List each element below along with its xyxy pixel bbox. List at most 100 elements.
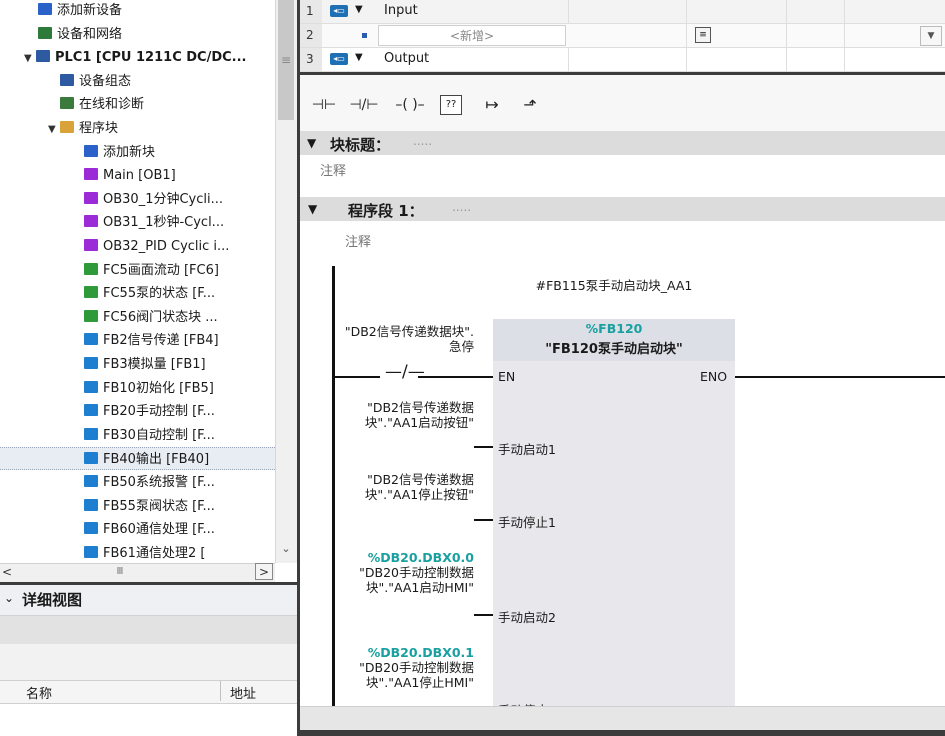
fb-instance-db[interactable]: #FB115泵手动启动块_AA1 <box>493 278 735 294</box>
scroll-left-button[interactable]: < <box>2 564 16 580</box>
cell-divider <box>568 48 570 71</box>
fb-block-icon <box>84 522 98 535</box>
fb-block-icon <box>84 404 98 417</box>
fb-address: %FB120 <box>585 321 643 336</box>
tree-item-label: FB10初始化 [FB5] <box>103 380 214 396</box>
tree-item[interactable]: 设备和网络 <box>0 23 275 46</box>
dropdown-button[interactable]: ▼ <box>920 26 942 46</box>
tree-item-label: 添加新块 <box>103 144 156 160</box>
column-address[interactable]: 地址 <box>230 683 256 702</box>
new-variable-input[interactable]: <新增> <box>378 25 566 46</box>
tree-item-label: OB32_PID Cyclic i... <box>103 239 230 254</box>
pin-wire <box>474 614 493 616</box>
collapse-details-icon[interactable]: ⌄ <box>4 591 14 605</box>
block-title: 块标题： <box>330 136 391 154</box>
close-branch-button[interactable]: ⬏ <box>516 93 544 117</box>
operand-stop-2[interactable]: %DB20.DBX0.1 "DB20手动控制数据块"."AA1停止HMI" <box>336 645 474 690</box>
expand-toggle-icon[interactable]: ▼ <box>24 47 36 70</box>
block-comment[interactable]: 注释 <box>320 160 346 179</box>
tree-item[interactable]: 添加新块 <box>0 141 275 164</box>
open-branch-button[interactable]: ↦ <box>478 93 506 117</box>
collapse-arrow-icon[interactable]: ▼ <box>307 136 316 150</box>
tree-horizontal-scrollbar[interactable] <box>0 563 275 582</box>
fb-block-icon <box>84 333 98 346</box>
block-title-bar[interactable] <box>300 131 945 155</box>
fb-block-icon <box>84 380 98 393</box>
block-title-value[interactable]: ..... <box>413 134 432 148</box>
tree-item[interactable]: ▼ PLC1 [CPU 1211C DC/DC... <box>0 46 275 69</box>
scroll-right-button[interactable]: > <box>255 563 273 580</box>
nc-contact-icon[interactable]: —/— <box>385 362 425 382</box>
network-title-value[interactable]: ..... <box>452 200 471 214</box>
tree-item[interactable]: FB3模拟量 [FB1] <box>0 353 275 376</box>
cell-divider <box>568 0 570 23</box>
tree-item[interactable]: 在线和诊断 <box>0 93 275 116</box>
expand-arrow-icon[interactable]: ▼ <box>355 4 363 15</box>
no-contact-button[interactable]: ⊣⊢ <box>308 93 340 117</box>
scroll-grip-icon: ≡ <box>280 53 292 67</box>
tree-item[interactable]: FB60通信处理 [F... <box>0 518 275 541</box>
hscroll-grip-icon: Ⅲ <box>116 566 124 577</box>
tree-item[interactable]: FC56阀门状态块 ... <box>0 306 275 329</box>
tree-item[interactable]: FB55泵阀状态 [F... <box>0 495 275 518</box>
interface-row-input[interactable]: 1 ◂▭ ▼ Input <box>300 0 945 24</box>
en-pin: EN <box>498 369 516 384</box>
nc-contact-button[interactable]: ⊣/⊢ <box>346 93 382 117</box>
coil-button[interactable]: –( )– <box>388 93 432 117</box>
fb-block-icon <box>84 475 98 487</box>
operand-start-2[interactable]: %DB20.DBX0.0 "DB20手动控制数据块"."AA1启动HMI" <box>336 550 474 595</box>
tree-item-label: PLC1 [CPU 1211C DC/DC... <box>55 50 247 66</box>
contact-operand[interactable]: "DB2信号传递数据块".急停 <box>336 324 474 354</box>
tree-item-label: Main [OB1] <box>103 168 176 184</box>
network-comment[interactable]: 注释 <box>345 231 371 250</box>
empty-box-button[interactable]: ?? <box>440 95 462 115</box>
data-type-button[interactable]: ≡ <box>695 27 711 43</box>
tree-item[interactable]: FC5画面流动 [FC6] <box>0 259 275 282</box>
operand-stop-1[interactable]: "DB2信号传递数据块"."AA1停止按钮" <box>336 472 474 502</box>
tree-item[interactable]: FB20手动控制 [F... <box>0 400 275 423</box>
tree-item[interactable]: FB40输出 [FB40] <box>0 447 275 471</box>
operand-text: "DB2信号传递数据块"."AA1启动按钮" <box>364 400 474 430</box>
tree-item-label: FB2信号传递 [FB4] <box>103 333 219 349</box>
fb-name: "FB120泵手动启动块" <box>545 342 683 357</box>
column-name[interactable]: 名称 <box>26 683 52 702</box>
operand-start-1[interactable]: "DB2信号传递数据块"."AA1启动按钮" <box>336 400 474 430</box>
tree-item[interactable]: ▼ 程序块 <box>0 117 275 140</box>
tree-item[interactable]: FB10初始化 [FB5] <box>0 377 275 400</box>
scroll-down-button[interactable]: ⌄ <box>278 540 294 558</box>
tree-item[interactable]: OB30_1分钟Cycli... <box>0 188 275 211</box>
tree-item[interactable]: 添加新设备 <box>0 0 275 22</box>
eno-wire <box>735 376 945 378</box>
power-rail <box>332 266 335 706</box>
collapse-arrow-icon[interactable]: ▼ <box>308 202 317 216</box>
online-diagnostics-icon <box>60 97 74 110</box>
tree-item[interactable]: Main [OB1] <box>0 164 275 187</box>
editor-horizontal-scrollbar[interactable] <box>300 706 945 731</box>
tree-item-label: FB60通信处理 [F... <box>103 522 215 538</box>
wire <box>335 376 380 378</box>
cell-divider <box>686 24 688 47</box>
tree-item[interactable]: FB30自动控制 [F... <box>0 424 275 447</box>
add-device-icon <box>38 3 52 15</box>
tree-item[interactable]: FB50系统报警 [F... <box>0 471 275 494</box>
details-blank <box>0 644 300 680</box>
column-separator[interactable] <box>220 681 221 701</box>
tree-item[interactable]: FB2信号传递 [FB4] <box>0 329 275 352</box>
tree-item[interactable]: FC55泵的状态 [F... <box>0 282 275 305</box>
interface-row-output[interactable]: 3 ◂▭ ▼ Output <box>300 48 945 72</box>
tree-item[interactable]: FB61通信处理2 [ <box>0 542 275 563</box>
expand-arrow-icon[interactable]: ▼ <box>355 52 363 63</box>
fb-block-icon <box>84 498 98 511</box>
tree-item[interactable]: OB32_PID Cyclic i... <box>0 235 275 258</box>
expand-toggle-icon[interactable]: ▼ <box>48 118 60 141</box>
tree-item[interactable]: 设备组态 <box>0 70 275 93</box>
section-label: Output <box>384 51 430 66</box>
operand-text: "DB20手动控制数据块"."AA1启动HMI" <box>359 565 474 595</box>
network-icon <box>38 26 52 39</box>
tree-item-label: FB61通信处理2 [ <box>103 545 206 561</box>
fc-block-icon <box>84 286 98 299</box>
ob-block-icon <box>84 168 98 181</box>
tree-item-label: 程序块 <box>79 121 119 136</box>
tree-item[interactable]: OB31_1秒钟-Cycl... <box>0 211 275 234</box>
cell-divider <box>844 0 846 23</box>
